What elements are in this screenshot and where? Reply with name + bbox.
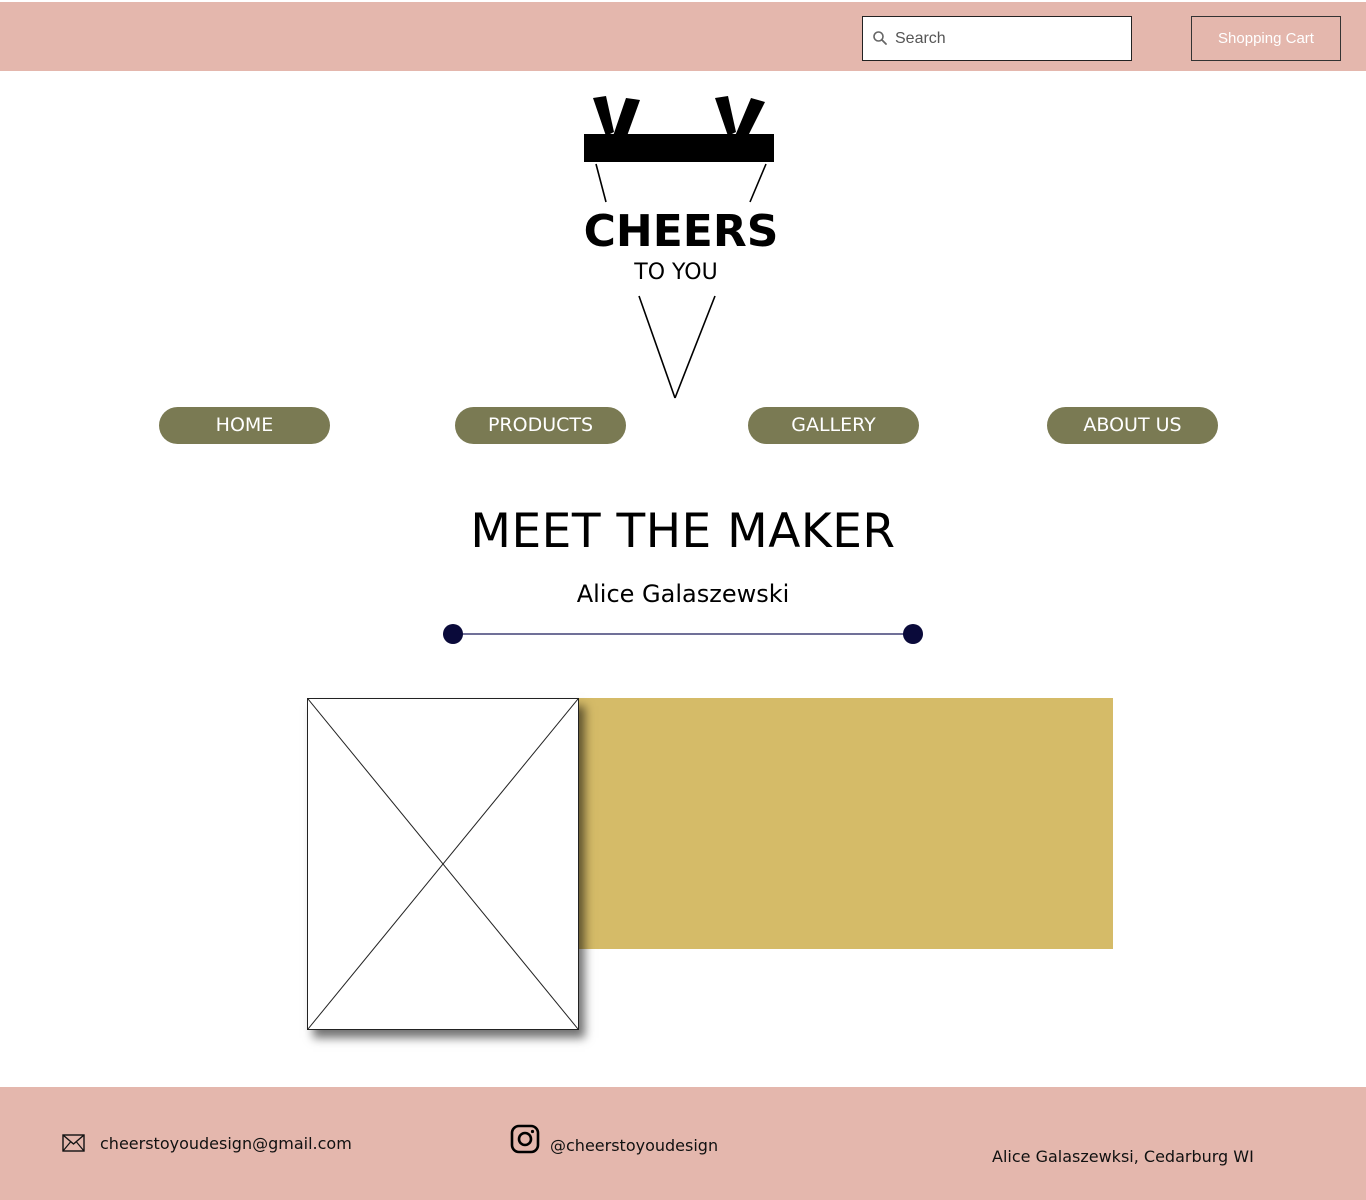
nav-home[interactable]: HOME: [159, 407, 330, 444]
image-placeholder-icon: [308, 699, 578, 1029]
footer: cheerstoyoudesign@gmail.com @cheerstoyou…: [0, 1087, 1366, 1200]
nav-gallery[interactable]: GALLERY: [748, 407, 919, 444]
about-text-block: [578, 698, 1113, 949]
logo-tagline-text: TO YOU: [633, 260, 717, 285]
logo-brand-text: CHEERS: [584, 206, 779, 257]
maker-photo-placeholder[interactable]: [307, 698, 579, 1030]
footer-location: Alice Galaszewksi, Cedarburg WI: [992, 1147, 1254, 1166]
footer-instagram-handle[interactable]: @cheerstoyoudesign: [550, 1136, 718, 1155]
title-divider: [443, 624, 923, 644]
shopping-cart-button[interactable]: Shopping Cart: [1191, 16, 1341, 61]
divider-dot-right: [903, 624, 923, 644]
page-title: MEET THE MAKER: [470, 504, 896, 559]
mail-icon[interactable]: [62, 1134, 85, 1152]
search-box[interactable]: [862, 16, 1132, 61]
footer-email[interactable]: cheerstoyoudesign@gmail.com: [100, 1134, 352, 1153]
search-icon: [873, 31, 887, 45]
instagram-icon[interactable]: [510, 1124, 540, 1154]
nav-about-us[interactable]: ABOUT US: [1047, 407, 1218, 444]
search-input[interactable]: [895, 17, 1125, 60]
maker-name: Alice Galaszewski: [576, 580, 790, 608]
header-bar: Shopping Cart: [0, 2, 1366, 71]
divider-dot-left: [443, 624, 463, 644]
nav-products[interactable]: PRODUCTS: [455, 407, 626, 444]
cheers-to-you-logo[interactable]: CHEERS TO YOU: [570, 90, 800, 402]
